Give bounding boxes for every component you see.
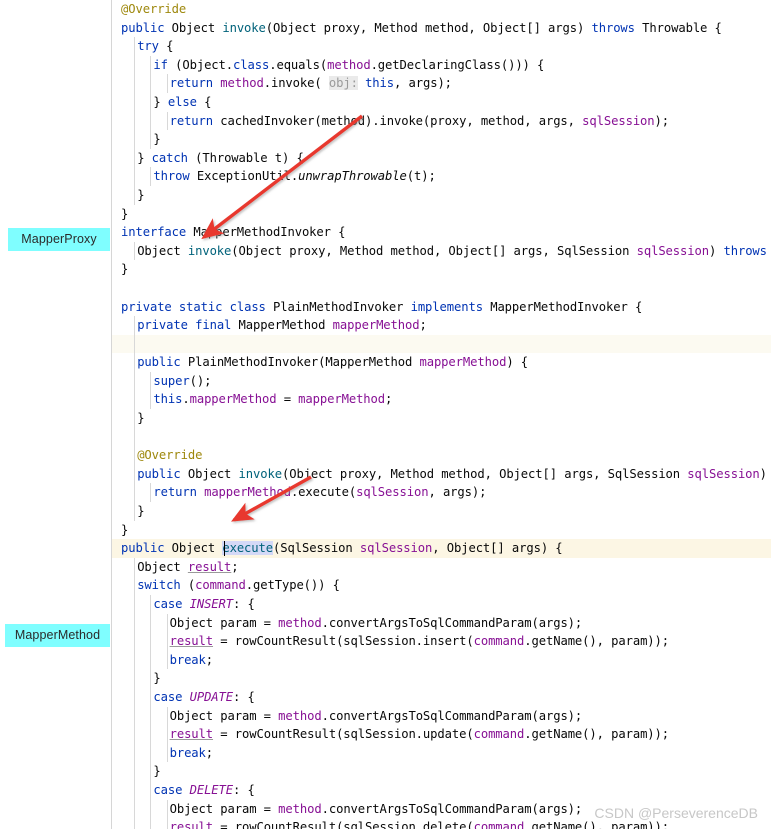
code-line-text: Object result; — [137, 559, 239, 574]
code-line-text: this.mapperMethod = mapperMethod; — [153, 392, 393, 407]
code-line[interactable]: } — [112, 502, 771, 521]
code-line[interactable]: case INSERT: { — [112, 595, 771, 614]
code-line-text: } — [121, 262, 129, 277]
code-line[interactable]: } — [112, 260, 771, 279]
code-line[interactable]: break; — [112, 743, 771, 763]
code-line-text: Object param = method.convertArgsToSqlCo… — [169, 615, 583, 630]
code-line-text: case UPDATE: { — [153, 689, 255, 704]
code-line-text: @Override — [137, 448, 203, 463]
code-line-text: } — [121, 522, 129, 537]
code-line[interactable]: Object invoke(Object proxy, Method metho… — [112, 241, 771, 261]
code-line[interactable]: Object param = method.convertArgsToSqlCo… — [112, 613, 771, 633]
code-line-text: case INSERT: { — [153, 597, 255, 611]
code-line[interactable]: return mapperMethod.execute(sqlSession, … — [112, 483, 771, 503]
code-line-text: } — [137, 411, 145, 426]
code-line[interactable]: interface MapperMethodInvoker { — [112, 223, 771, 242]
code-line-text: @Override — [121, 2, 187, 16]
code-line-text: return mapperMethod.execute(sqlSession, … — [153, 485, 487, 500]
code-line[interactable]: } — [112, 185, 771, 205]
code-line[interactable]: private final MapperMethod mapperMethod; — [112, 316, 771, 335]
code-line[interactable]: try { — [112, 37, 771, 56]
text-caret — [223, 541, 226, 557]
code-line[interactable]: return method.invoke( obj: this, args); — [112, 74, 771, 93]
code-line[interactable]: } — [112, 409, 771, 428]
code-line-text: } else { — [153, 94, 212, 109]
code-line[interactable] — [112, 334, 771, 354]
code-line-text: return method.invoke( obj: this, args); — [169, 76, 452, 91]
code-line-text: } — [153, 671, 161, 686]
code-line-text: } — [153, 764, 161, 779]
code-line-text: public PlainMethodInvoker(MapperMethod m… — [137, 355, 529, 370]
code-line[interactable]: throw ExceptionUtil.unwrapThrowable(t); — [112, 167, 771, 186]
code-line-text: } catch (Throwable t) { — [137, 150, 304, 165]
code-line-text: switch (command.getType()) { — [137, 578, 340, 593]
code-line[interactable]: } — [112, 669, 771, 688]
code-line-text: return cachedInvoker(method).invoke(prox… — [169, 113, 670, 128]
code-line-text: public Object invoke(Object proxy, Metho… — [121, 20, 722, 35]
annotation-label-mappermethod: MapperMethod — [5, 624, 110, 647]
code-line-text: result = rowCountResult(sqlSession.delet… — [169, 820, 670, 829]
code-line[interactable]: } — [112, 205, 771, 224]
code-line[interactable]: super(); — [112, 371, 771, 391]
code-line-text: public Object execute(SqlSession sqlSess… — [121, 541, 563, 556]
code-line-text: private static class PlainMethodInvoker … — [121, 299, 643, 314]
code-line-text: Object invoke(Object proxy, Method metho… — [137, 243, 767, 258]
code-line[interactable]: @Override — [112, 446, 771, 465]
code-line[interactable]: Object result; — [112, 557, 771, 577]
code-line[interactable]: if (Object.class.equals(method.getDeclar… — [112, 55, 771, 75]
annotation-label-mapperproxy: MapperProxy — [8, 228, 110, 251]
code-line[interactable]: } catch (Throwable t) { — [112, 148, 771, 168]
code-line[interactable]: Object param = method.convertArgsToSqlCo… — [112, 706, 771, 726]
code-line[interactable]: public Object invoke(Object proxy, Metho… — [112, 464, 771, 484]
code-line-text: throw ExceptionUtil.unwrapThrowable(t); — [153, 169, 436, 184]
code-line-text: break; — [169, 652, 214, 667]
annotation-gutter: MapperProxy MapperMethod — [0, 0, 111, 829]
code-line[interactable]: case UPDATE: { — [112, 687, 771, 707]
code-line-text: interface MapperMethodInvoker { — [121, 225, 346, 240]
code-line[interactable]: switch (command.getType()) { — [112, 576, 771, 595]
watermark-text: CSDN @PerseverenceDB — [594, 805, 758, 821]
code-line[interactable]: } else { — [112, 92, 771, 112]
code-line-text: } — [121, 206, 129, 221]
code-line[interactable]: } — [112, 762, 771, 781]
code-line-text: break; — [169, 745, 214, 760]
code-line[interactable]: return cachedInvoker(method).invoke(prox… — [112, 111, 771, 131]
code-line-text: } — [137, 187, 145, 202]
code-line-text: super(); — [153, 373, 212, 388]
code-line-list: @Override public Object invoke(Object pro… — [112, 0, 771, 829]
screenshot-canvas: MapperProxy MapperMethod @Override public … — [0, 0, 771, 829]
code-line[interactable] — [112, 279, 771, 298]
code-line-text: private final MapperMethod mapperMethod; — [137, 318, 427, 333]
code-line-text: result = rowCountResult(sqlSession.inser… — [169, 634, 670, 649]
code-line-text: public Object invoke(Object proxy, Metho… — [137, 466, 767, 481]
code-line[interactable]: public Object invoke(Object proxy, Metho… — [112, 19, 771, 38]
code-line[interactable]: @Override — [112, 0, 771, 19]
code-line[interactable]: result = rowCountResult(sqlSession.updat… — [112, 725, 771, 744]
code-line[interactable]: result = rowCountResult(sqlSession.inser… — [112, 632, 771, 651]
code-line[interactable]: public Object execute(SqlSession sqlSess… — [112, 539, 771, 558]
code-line[interactable]: private static class PlainMethodInvoker … — [112, 298, 771, 317]
code-line[interactable]: this.mapperMethod = mapperMethod; — [112, 390, 771, 410]
code-line[interactable]: break; — [112, 650, 771, 670]
code-line-text: case DELETE: { — [153, 782, 255, 797]
code-line-text: } — [153, 132, 161, 147]
selected-token[interactable]: execute — [222, 541, 273, 556]
code-line[interactable]: public PlainMethodInvoker(MapperMethod m… — [112, 353, 771, 372]
code-line[interactable] — [112, 427, 771, 447]
code-line-text: Object param = method.convertArgsToSqlCo… — [169, 708, 583, 723]
code-line-text: try { — [137, 39, 174, 54]
code-line-text: result = rowCountResult(sqlSession.updat… — [169, 727, 670, 742]
code-editor-pane[interactable]: @Override public Object invoke(Object pro… — [111, 0, 771, 829]
code-line-text: Object param = method.convertArgsToSqlCo… — [169, 801, 583, 816]
code-line-text: } — [137, 504, 145, 519]
code-line[interactable]: } — [112, 521, 771, 540]
code-line-text: if (Object.class.equals(method.getDeclar… — [153, 57, 545, 72]
code-line[interactable]: case DELETE: { — [112, 780, 771, 800]
code-line[interactable]: } — [112, 130, 771, 149]
